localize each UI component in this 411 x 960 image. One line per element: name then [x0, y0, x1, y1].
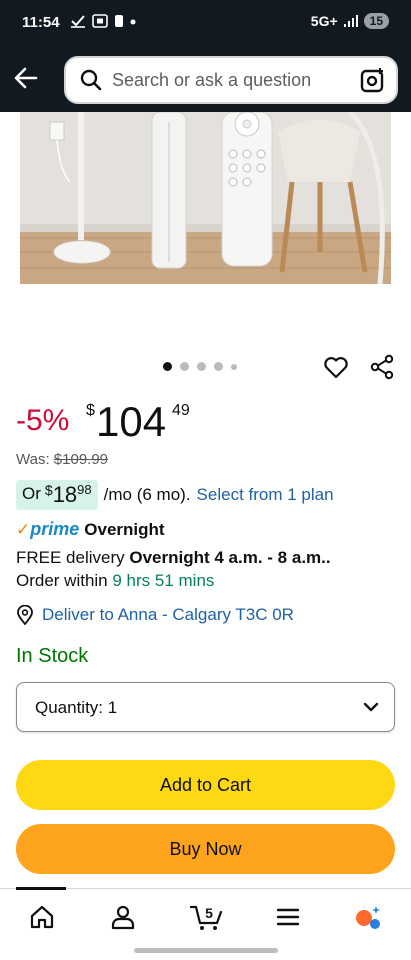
was-label: Was: — [16, 451, 50, 468]
deliver-to-link[interactable]: Deliver to Anna - Calgary T3C 0R — [16, 605, 294, 625]
add-to-cart-button[interactable]: Add to Cart — [16, 760, 395, 810]
delivery-info: FREE delivery Overnight 4 a.m. - 8 a.m..… — [16, 546, 331, 592]
app-header: Search or ask a question — [0, 46, 411, 112]
status-time: 11:54 — [22, 14, 60, 31]
search-icon — [80, 69, 102, 91]
monthly-term: /mo (6 mo). — [103, 485, 191, 504]
prime-check-icon: ✓ — [16, 519, 31, 539]
monthly-prefix: Or — [22, 484, 41, 503]
buy-now-button[interactable]: Buy Now — [16, 824, 395, 874]
chevron-down-icon — [363, 702, 379, 712]
nav-active-indicator — [16, 887, 66, 890]
location-pin-icon — [17, 605, 33, 625]
device-icon — [115, 15, 123, 27]
gallery-dots[interactable] — [163, 362, 237, 371]
monthly-fraction: 98 — [77, 482, 92, 497]
status-notification-icons — [70, 14, 136, 28]
order-within-line: Order within 9 hrs 51 mins — [16, 569, 331, 592]
monthly-currency: $ — [44, 482, 53, 498]
back-arrow-icon[interactable] — [12, 64, 40, 92]
gallery-dot[interactable] — [214, 362, 223, 371]
signal-icon — [343, 15, 358, 27]
dot-icon — [130, 19, 136, 25]
share-icon[interactable] — [369, 354, 395, 380]
delivery-free: FREE delivery — [16, 548, 125, 567]
monthly-payment-row: Or $ 18 98 /mo (6 mo). Select from 1 pla… — [16, 480, 334, 510]
price-currency: $ — [86, 402, 95, 419]
quantity-label: Quantity: 1 — [35, 698, 118, 717]
delivery-line: FREE delivery Overnight 4 a.m. - 8 a.m.. — [16, 546, 331, 569]
was-price: $109.99 — [53, 451, 109, 468]
deliver-to-text: Deliver to Anna - Calgary T3C 0R — [42, 605, 294, 624]
screenshot-icon — [92, 14, 108, 28]
discount-percent: -5% — [16, 404, 70, 437]
was-price-row: Was: $109.99 — [16, 451, 108, 468]
home-icon[interactable] — [28, 903, 56, 931]
account-icon[interactable] — [109, 903, 137, 931]
monthly-price-badge: Or $ 18 98 — [16, 480, 98, 510]
menu-icon[interactable] — [274, 903, 302, 931]
prime-logo: prime — [30, 519, 80, 539]
product-photo — [20, 112, 391, 284]
select-plan-link[interactable]: Select from 1 plan — [197, 485, 334, 505]
cart-count: 5 — [205, 905, 213, 921]
status-right: 5G+ 15 — [311, 13, 389, 29]
gallery-dot[interactable] — [180, 362, 189, 371]
network-label: 5G+ — [310, 13, 338, 29]
order-within-time: 9 hrs 51 mins — [112, 571, 215, 590]
gallery-dot[interactable] — [163, 362, 172, 371]
download-done-icon — [71, 15, 85, 28]
search-input[interactable]: Search or ask a question — [64, 56, 398, 104]
rufus-icon[interactable] — [354, 903, 382, 931]
product-image[interactable] — [20, 112, 391, 284]
cart-icon[interactable]: 5 — [190, 903, 224, 931]
price-whole: 104 — [96, 398, 167, 445]
battery-badge: 15 — [363, 13, 389, 29]
price-fraction: 49 — [172, 402, 190, 419]
gallery-dot[interactable] — [231, 363, 237, 370]
quantity-select[interactable]: Quantity: 1 — [16, 682, 395, 732]
order-within-label: Order within — [16, 571, 108, 590]
stock-status: In Stock — [16, 645, 89, 667]
prime-row: ✓ prime Overnight — [16, 519, 165, 540]
gallery-dot[interactable] — [197, 362, 206, 371]
prime-speed: Overnight — [84, 519, 165, 539]
search-placeholder: Search or ask a question — [112, 70, 312, 90]
status-bar: 11:54 5G+ 15 — [0, 0, 411, 46]
gesture-handle — [134, 948, 278, 953]
delivery-window: Overnight 4 a.m. - 8 a.m. — [129, 548, 326, 567]
delivery-suffix: . — [325, 548, 331, 567]
heart-icon[interactable] — [323, 354, 349, 380]
monthly-whole: 18 — [52, 482, 78, 507]
camera-lens-icon[interactable] — [360, 67, 386, 93]
